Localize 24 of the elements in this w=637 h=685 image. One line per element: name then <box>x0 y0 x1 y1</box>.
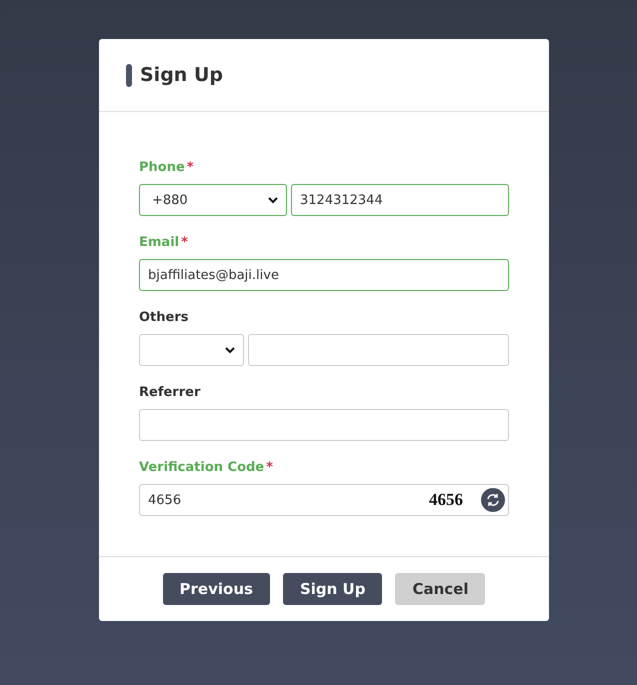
input-field[interactable]: 4656 <box>148 492 429 508</box>
dialog-button[interactable]: Sign Up <box>282 573 382 605</box>
dialog-button[interactable]: Previous <box>162 573 270 605</box>
dialog-button[interactable]: Cancel <box>395 573 486 605</box>
required-mark: * <box>181 235 188 250</box>
input-field[interactable] <box>248 334 509 366</box>
select-dropdown[interactable] <box>139 334 244 366</box>
chevron-down-icon <box>225 346 235 354</box>
input-field[interactable]: bjaffiliates@baji.live <box>139 259 509 291</box>
title-accent-bar <box>126 64 132 86</box>
dialog-title: Sign Up <box>140 64 223 86</box>
field-label: Phone <box>139 160 185 175</box>
input-field[interactable] <box>139 409 509 441</box>
captcha-code: 4656 <box>429 490 463 510</box>
input-field[interactable]: 3124312344 <box>291 184 509 216</box>
field-label: Others <box>139 310 188 325</box>
field-label: Email <box>139 235 180 250</box>
required-mark: * <box>186 160 194 175</box>
field-label: Verification Code <box>139 460 264 475</box>
chevron-down-icon <box>268 196 278 204</box>
refresh-icon[interactable] <box>481 488 505 512</box>
select-dropdown[interactable]: +880 <box>139 184 287 216</box>
required-mark: * <box>266 460 273 475</box>
field-label: Referrer <box>139 385 200 400</box>
